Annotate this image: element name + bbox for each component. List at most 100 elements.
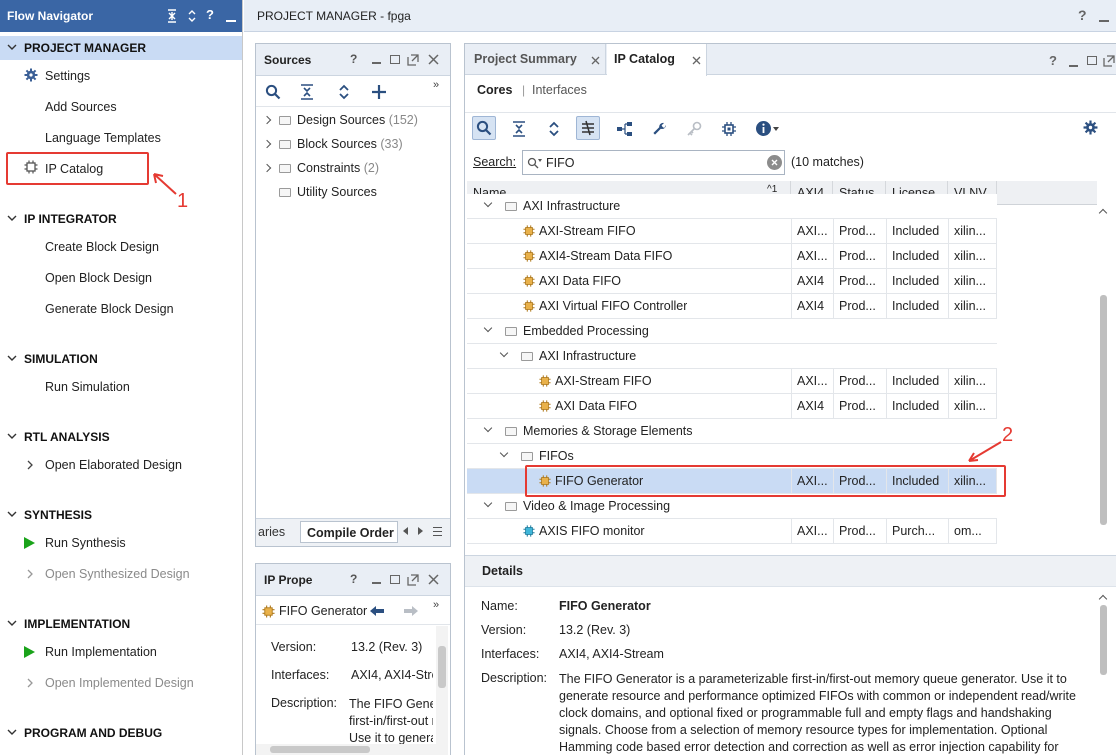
chevron-down-icon[interactable]	[499, 448, 509, 458]
nav-item-generate-block-design[interactable]: Generate Block Design	[0, 297, 242, 321]
nav-item-run-implementation[interactable]: Run Implementation	[0, 640, 242, 664]
chevron-down-icon[interactable]	[499, 348, 509, 358]
search-input[interactable]: FIFO	[522, 150, 785, 175]
scrollbar-thumb[interactable]	[438, 646, 446, 688]
details-scrollbar[interactable]	[1097, 589, 1110, 755]
expand-all-icon[interactable]	[337, 84, 351, 100]
table-row[interactable]: AXI Data FIFO AXI4 Prod... Included xilin...	[467, 394, 997, 419]
ip-properties-scrollbar[interactable]	[436, 626, 448, 755]
maximize-icon[interactable]	[390, 575, 400, 584]
nav-item-create-block-design[interactable]: Create Block Design	[0, 235, 242, 259]
subtab-interfaces[interactable]: Interfaces	[532, 83, 587, 97]
wrench-icon[interactable]	[652, 121, 668, 137]
expand-all-icon[interactable]	[547, 121, 561, 137]
section-simulation[interactable]: SIMULATION	[0, 347, 242, 371]
section-rtl-analysis[interactable]: RTL ANALYSIS	[0, 425, 242, 449]
section-project-manager[interactable]: PROJECT MANAGER	[0, 36, 242, 60]
minimize-icon[interactable]	[1099, 20, 1109, 22]
tab-menu-icon[interactable]	[433, 527, 442, 536]
tree-item-design-sources[interactable]: Design Sources (152)	[256, 108, 450, 132]
clear-search-icon[interactable]	[767, 155, 782, 170]
scrollbar-thumb[interactable]	[270, 746, 370, 753]
hierarchy-icon[interactable]	[616, 121, 634, 137]
help-icon[interactable]: ?	[1078, 7, 1087, 23]
search-button[interactable]	[472, 116, 496, 140]
chevron-down-icon[interactable]	[483, 498, 493, 508]
nav-item-add-sources[interactable]: Add Sources	[0, 95, 242, 119]
close-icon[interactable]	[428, 574, 439, 585]
search-icon[interactable]	[265, 84, 281, 100]
minimize-icon[interactable]	[372, 582, 381, 584]
chevron-down-icon[interactable]	[483, 423, 493, 433]
section-ip-integrator[interactable]: IP INTEGRATOR	[0, 207, 242, 231]
help-icon[interactable]: ?	[350, 572, 357, 586]
scroll-up-icon[interactable]	[1098, 594, 1108, 604]
key-icon[interactable]	[686, 121, 702, 137]
add-icon[interactable]	[371, 84, 387, 100]
chip-settings-icon[interactable]	[721, 121, 737, 137]
section-synthesis[interactable]: SYNTHESIS	[0, 503, 242, 527]
float-icon[interactable]	[407, 574, 419, 586]
info-dropdown-icon[interactable]	[773, 127, 779, 131]
info-icon[interactable]	[755, 120, 772, 137]
nav-item-run-synthesis[interactable]: Run Synthesis	[0, 531, 242, 555]
table-row[interactable]: AXIS FIFO monitor AXI... Prod... Purch... om…	[467, 519, 997, 544]
nav-item-language-templates[interactable]: Language Templates	[0, 126, 242, 150]
scrollbar-thumb[interactable]	[1100, 295, 1107, 525]
tab-compile-order[interactable]: Compile Order	[300, 521, 398, 543]
table-row-category[interactable]: Video & Image Processing	[467, 494, 997, 519]
close-icon[interactable]	[692, 56, 701, 65]
help-icon[interactable]: ?	[1049, 53, 1057, 68]
scroll-up-icon[interactable]	[1098, 208, 1108, 218]
tab-scroll-left-icon[interactable]	[403, 527, 408, 535]
collapse-all-icon[interactable]	[300, 84, 314, 100]
table-row[interactable]: AXI-Stream FIFO AXI... Prod... Included xili…	[467, 219, 997, 244]
section-program-and-debug[interactable]: PROGRAM AND DEBUG	[0, 721, 242, 745]
back-arrow-icon[interactable]	[369, 605, 385, 617]
tab-scroll-right-icon[interactable]	[418, 527, 423, 535]
table-row-category[interactable]: AXI Infrastructure	[467, 344, 997, 369]
section-implementation[interactable]: IMPLEMENTATION	[0, 612, 242, 636]
overflow-icon[interactable]: »	[433, 79, 439, 91]
tree-item-utility-sources[interactable]: Utility Sources	[256, 180, 450, 204]
tab-project-summary[interactable]: Project Summary	[465, 44, 606, 75]
subtab-cores[interactable]: Cores	[477, 83, 512, 97]
maximize-icon[interactable]	[390, 55, 400, 64]
help-icon[interactable]: ?	[206, 8, 214, 22]
close-icon[interactable]	[591, 56, 600, 65]
maximize-icon[interactable]	[1087, 56, 1097, 65]
close-icon[interactable]	[428, 54, 439, 65]
help-icon[interactable]: ?	[350, 52, 357, 66]
nav-item-settings[interactable]: Settings	[0, 64, 242, 88]
minimize-icon[interactable]	[226, 20, 236, 22]
chevron-down-icon[interactable]	[483, 323, 493, 333]
table-row[interactable]: AXI Data FIFO AXI4 Prod... Included xilin...	[467, 269, 997, 294]
nav-item-open-elaborated-design[interactable]: Open Elaborated Design	[0, 453, 242, 477]
table-row-category[interactable]: Memories & Storage Elements	[467, 419, 997, 444]
minimize-icon[interactable]	[372, 62, 381, 64]
table-row-category[interactable]: Embedded Processing	[467, 319, 997, 344]
expand-all-icon[interactable]	[186, 9, 198, 27]
table-row[interactable]: AXI Virtual FIFO Controller AXI4 Prod... In…	[467, 294, 997, 319]
nav-item-open-block-design[interactable]: Open Block Design	[0, 266, 242, 290]
table-row[interactable]: AXI4-Stream Data FIFO AXI... Prod... Includ…	[467, 244, 997, 269]
tab-ip-catalog[interactable]: IP Catalog	[607, 44, 707, 76]
tab-hierarchy[interactable]: aries	[258, 525, 285, 539]
table-row[interactable]: AXI-Stream FIFO AXI... Prod... Included xili…	[467, 369, 997, 394]
float-icon[interactable]	[407, 54, 419, 66]
search-history-dropdown-icon[interactable]	[538, 159, 542, 162]
nav-item-run-simulation[interactable]: Run Simulation	[0, 375, 242, 399]
gear-icon[interactable]	[1083, 120, 1098, 135]
catalog-scrollbar[interactable]	[1097, 205, 1110, 545]
float-icon[interactable]	[1103, 55, 1115, 67]
tree-item-constraints[interactable]: Constraints (2)	[256, 156, 450, 180]
tree-item-block-sources[interactable]: Block Sources (33)	[256, 132, 450, 156]
scrollbar-thumb[interactable]	[1100, 605, 1107, 675]
minimize-icon[interactable]	[1069, 65, 1078, 67]
forward-arrow-icon[interactable]	[403, 605, 419, 617]
filter-button[interactable]	[576, 116, 600, 140]
nav-item-open-implemented-design[interactable]: Open Implemented Design	[0, 671, 242, 695]
collapse-all-icon[interactable]	[512, 121, 526, 137]
overflow-icon[interactable]: »	[433, 599, 439, 611]
ip-properties-hscrollbar[interactable]	[256, 744, 436, 755]
